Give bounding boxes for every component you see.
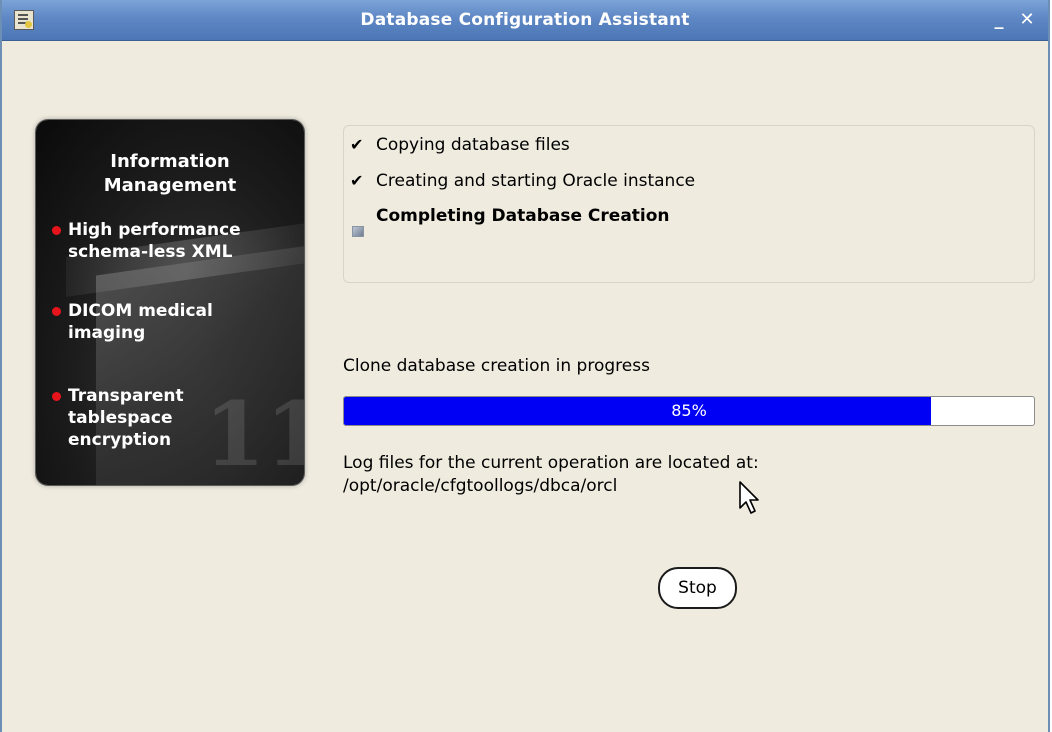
log-location-label: Log files for the current operation are … [343, 453, 759, 473]
step-label: Copying database files [376, 135, 570, 155]
stop-button[interactable]: Stop [658, 567, 737, 609]
banner-feature-item: Transparent tablespace encryption [52, 385, 288, 451]
banner-feature-label: DICOM medical imaging [68, 301, 213, 343]
checkmark-icon: ✔ [350, 171, 364, 190]
steps-panel: ✔ Copying database files ✔ Creating and st… [343, 125, 1035, 283]
progress-bar: 85% [343, 396, 1035, 426]
window-title: Database Configuration Assistant [360, 10, 690, 30]
banner-heading: Information Management [103, 151, 237, 196]
step-label: Completing Database Creation [376, 206, 670, 226]
mouse-pointer-icon [739, 481, 759, 514]
close-button[interactable]: ✕ [1016, 9, 1038, 31]
progress-percent: 85% [671, 401, 707, 420]
information-management-banner: 11g Information Management High performa… [36, 120, 304, 485]
banner-feature-label: High performance schema-less XML [68, 220, 241, 262]
step-label: Creating and starting Oracle instance [376, 171, 696, 191]
title-bar[interactable]: Database Configuration Assistant _ ✕ [2, 0, 1048, 41]
step-item: ✔ Copying database files [350, 134, 570, 156]
bullet-dot-icon [52, 307, 61, 316]
minimize-button[interactable]: _ [988, 9, 1010, 31]
step-item-current: Completing Database Creation [350, 205, 670, 237]
banner-feature-item: High performance schema-less XML [52, 219, 288, 263]
banner-feature-item: DICOM medical imaging [52, 300, 288, 344]
log-location-path: /opt/oracle/cfgtoollogs/dbca/orcl [343, 476, 618, 496]
bullet-dot-icon [52, 392, 61, 401]
dbca-window: Database Configuration Assistant _ ✕ 11g… [0, 0, 1050, 732]
banner-feature-label: Transparent tablespace encryption [68, 386, 184, 450]
bullet-dot-icon [52, 226, 61, 235]
step-item: ✔ Creating and starting Oracle instance [350, 170, 695, 192]
checkmark-icon: ✔ [350, 135, 364, 154]
progress-label: Clone database creation in progress [343, 356, 650, 376]
